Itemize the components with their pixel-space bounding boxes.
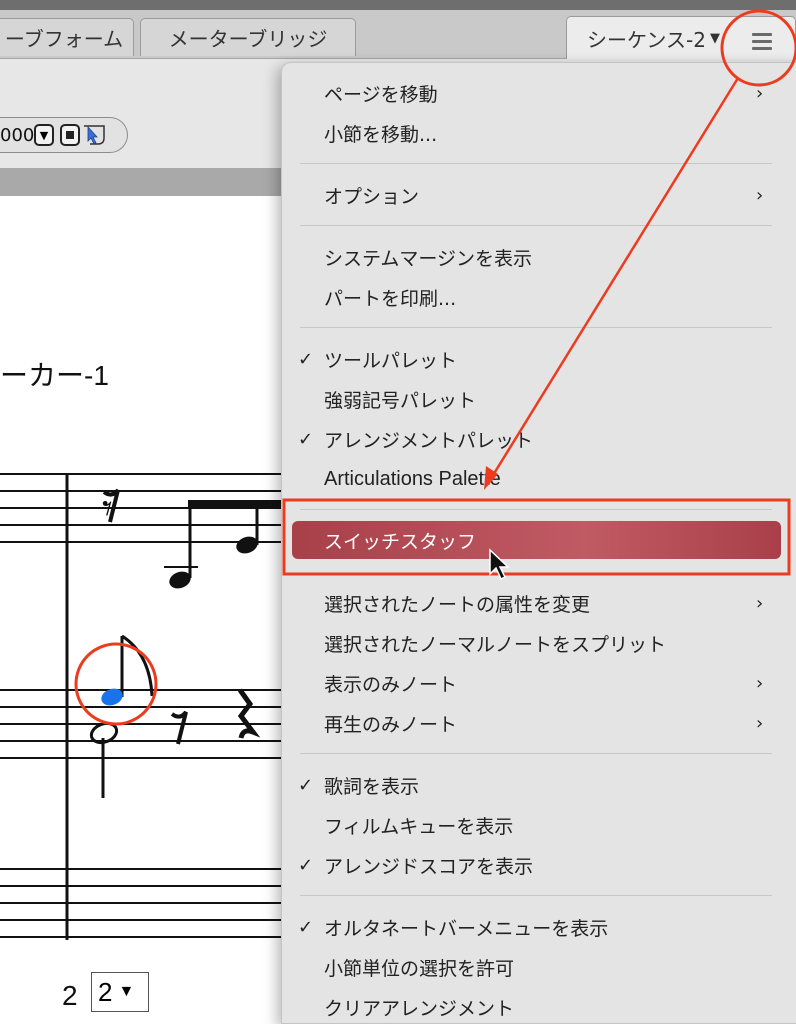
menu-separator <box>300 895 772 896</box>
menu-item-show-arranged-score[interactable]: ✓ アレンジドスコアを表示 <box>282 848 796 882</box>
submenu-arrow-icon: › <box>756 592 764 614</box>
menu-item-show-alternate-bar-menu[interactable]: ✓ オルタネートバーメニューを表示 <box>282 910 796 944</box>
menu-item-go-to-bar[interactable]: 小節を移動... <box>282 116 796 150</box>
menu-item-split-normal-notes[interactable]: 選択されたノーマルノートをスプリット <box>282 626 796 660</box>
checkmark-icon: ✓ <box>298 854 314 876</box>
part-name: ーカー-1 <box>0 360 109 391</box>
menu-item-print-part[interactable]: パートを印刷... <box>282 280 796 314</box>
menu-item-label: システムマージンを表示 <box>324 247 533 270</box>
menu-item-label: 歌詞を表示 <box>324 775 420 798</box>
menu-item-label: フィルムキューを表示 <box>324 815 514 838</box>
menu-separator <box>300 509 772 510</box>
menu-item-label: ツールパレット <box>324 349 458 372</box>
menu-item-show-system-margins[interactable]: システムマージンを表示 <box>282 240 796 274</box>
measure-number: 2 <box>62 980 78 1011</box>
menu-item-arrangement-palette[interactable]: ✓ アレンジメントパレット <box>282 422 796 456</box>
menu-item-change-note-attributes[interactable]: 選択されたノートの属性を変更 › <box>282 586 796 620</box>
menu-item-go-to-page[interactable]: ページを移動 › <box>282 76 796 110</box>
menu-item-label: 小節単位の選択を許可 <box>324 957 515 980</box>
checkmark-icon: ✓ <box>298 916 314 938</box>
menu-item-articulations-palette[interactable]: Articulations Palette <box>282 462 796 496</box>
menu-item-label: 表示のみノート <box>324 673 458 696</box>
menu-item-clear-arrangement[interactable]: クリアアレンジメント <box>282 990 796 1024</box>
menu-item-display-only-notes[interactable]: 表示のみノート › <box>282 666 796 700</box>
menu-separator <box>300 753 772 754</box>
menu-item-label: オプション <box>324 185 420 208</box>
menu-item-label: アレンジメントパレット <box>324 429 534 452</box>
menu-separator <box>300 163 772 164</box>
mouse-cursor-icon <box>489 548 510 581</box>
menu-item-label: パートを印刷... <box>324 287 457 310</box>
measure-select[interactable]: 2 ▼ <box>91 972 149 1012</box>
menu-item-tool-palette[interactable]: ✓ ツールパレット <box>282 342 796 376</box>
menu-item-show-lyrics[interactable]: ✓ 歌詞を表示 <box>282 768 796 802</box>
menu-item-label: 小節を移動... <box>324 123 438 146</box>
submenu-arrow-icon: › <box>756 672 764 694</box>
menu-item-label: 強弱記号パレット <box>324 389 477 412</box>
menu-item-show-film-cues[interactable]: フィルムキューを表示 <box>282 808 796 842</box>
menu-item-label: 選択されたノーマルノートをスプリット <box>324 633 667 656</box>
chevron-down-icon: ▼ <box>118 983 135 1000</box>
menu-item-label: アレンジドスコアを表示 <box>324 855 534 878</box>
menu-item-label: 再生のみノート <box>324 713 458 736</box>
menu-item-label: 選択されたノートの属性を変更 <box>324 593 591 616</box>
checkmark-icon: ✓ <box>298 774 314 796</box>
checkmark-icon: ✓ <box>298 348 314 370</box>
menu-separator <box>300 225 772 226</box>
menu-item-playback-only-notes[interactable]: 再生のみノート › <box>282 706 796 740</box>
menu-item-label: ページを移動 <box>324 83 438 106</box>
context-menu: ページを移動 › 小節を移動... オプション › システムマージンを表示 パー… <box>281 62 796 1024</box>
submenu-arrow-icon: › <box>756 184 764 206</box>
menu-item-label: Articulations Palette <box>324 467 501 490</box>
checkmark-icon: ✓ <box>298 428 314 450</box>
menu-item-switch-staff[interactable]: スイッチスタッフ <box>292 521 781 559</box>
measure-select-value: 2 <box>98 976 113 1007</box>
menu-item-dynamics-palette[interactable]: 強弱記号パレット <box>282 382 796 416</box>
menu-item-allow-bar-selection[interactable]: 小節単位の選択を許可 <box>282 950 796 984</box>
menu-separator <box>300 327 772 328</box>
submenu-arrow-icon: › <box>756 82 764 104</box>
menu-item-label: クリアアレンジメント <box>324 997 515 1020</box>
submenu-arrow-icon: › <box>756 712 764 734</box>
menu-item-options[interactable]: オプション › <box>282 178 796 212</box>
menu-item-label: スイッチスタッフ <box>324 530 477 553</box>
menu-item-label: オルタネートバーメニューを表示 <box>324 917 609 940</box>
